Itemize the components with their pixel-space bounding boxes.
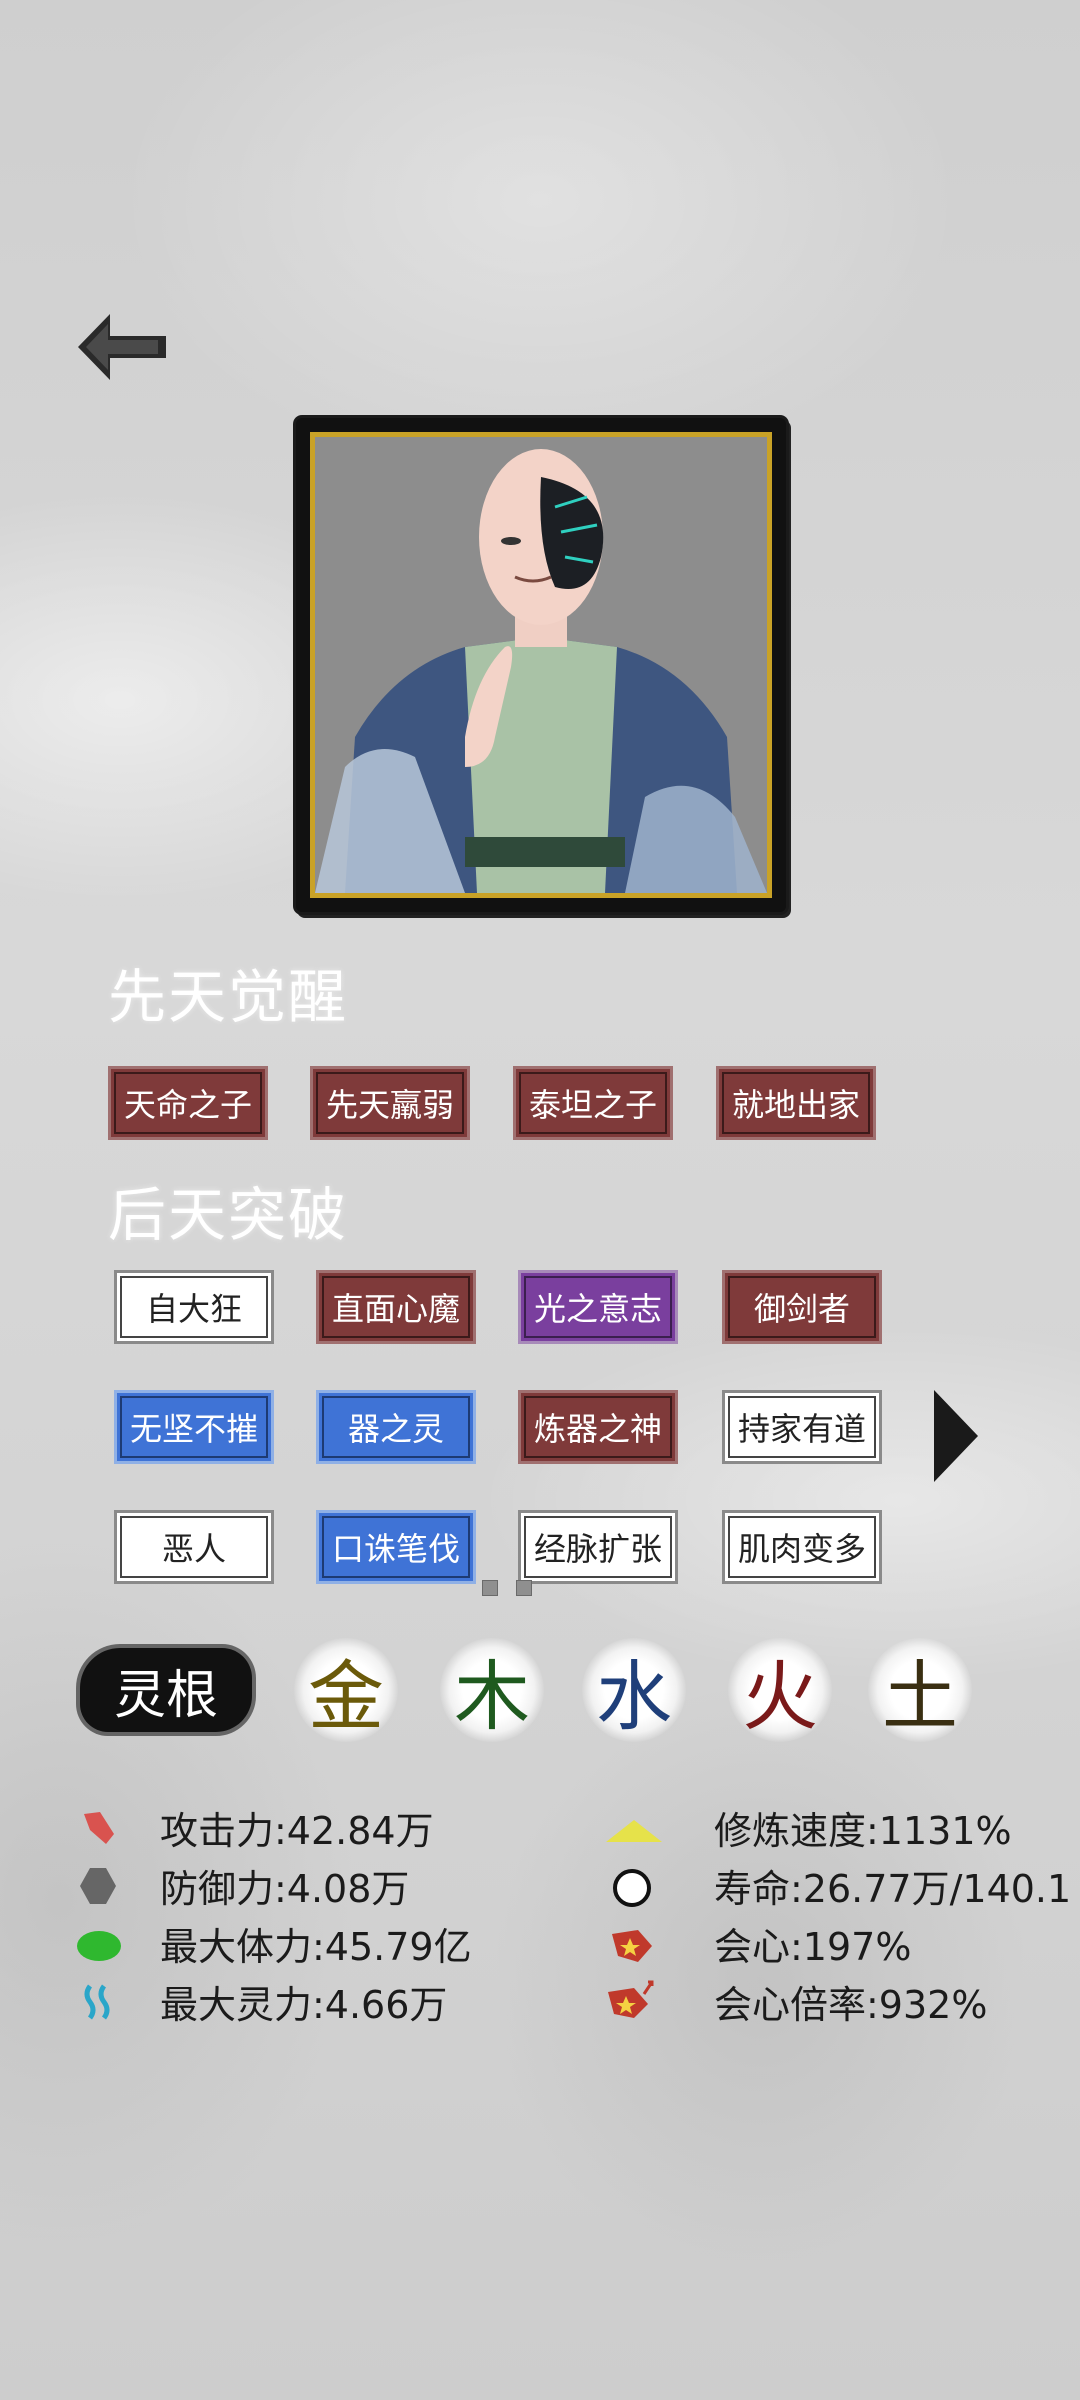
spirit-root-water-char: 水 (596, 1652, 672, 1741)
lifespan-stat: 寿命:26.77万/140.1 (714, 1867, 1072, 1911)
attack-icon (84, 1812, 114, 1844)
defense-stat: 防御力:4.08万 (160, 1867, 410, 1911)
spirit-icon (84, 1984, 110, 2020)
portrait-frame (296, 418, 786, 912)
acquired-trait-chip[interactable]: 器之灵 (316, 1390, 476, 1464)
acquired-trait-chip[interactable]: 自大狂 (114, 1270, 274, 1344)
innate-trait-chip[interactable]: 天命之子 (108, 1066, 268, 1140)
max-mp-stat: 最大灵力:4.66万 (160, 1983, 448, 2027)
acquired-trait-chip[interactable]: 无坚不摧 (114, 1390, 274, 1464)
acquired-trait-chip[interactable]: 口诛笔伐 (316, 1510, 476, 1584)
max-hp-stat: 最大体力:45.79亿 (160, 1925, 472, 1969)
acquired-breakthrough-title: 后天突破 (108, 1181, 349, 1249)
defense-icon (80, 1868, 116, 1904)
cultivation-speed-stat: 修炼速度:1131% (714, 1809, 1012, 1853)
next-page-button[interactable] (932, 1388, 980, 1484)
crit-icon (612, 1930, 652, 1962)
lifespan-icon (613, 1869, 651, 1907)
spirit-root-wood-char: 木 (454, 1652, 530, 1741)
spirit-root-earth-char: 土 (882, 1652, 958, 1741)
acquired-trait-chip[interactable]: 持家有道 (722, 1390, 882, 1464)
innate-awakening-title: 先天觉醒 (108, 963, 349, 1031)
acquired-trait-chip[interactable]: 肌肉变多 (722, 1510, 882, 1584)
health-icon (77, 1931, 121, 1961)
attack-stat: 攻击力:42.84万 (160, 1809, 434, 1853)
spirit-root-label: 灵根 (80, 1648, 252, 1732)
acquired-trait-chip[interactable]: 直面心魔 (316, 1270, 476, 1344)
page-indicator-dot (516, 1580, 532, 1596)
spirit-root-earth: 土 (868, 1638, 972, 1742)
spirit-root-fire: 火 (728, 1638, 832, 1742)
innate-trait-chip[interactable]: 泰坦之子 (513, 1066, 673, 1140)
acquired-trait-chip[interactable]: 炼器之神 (518, 1390, 678, 1464)
character-portrait (310, 432, 772, 898)
acquired-trait-chip[interactable]: 御剑者 (722, 1270, 882, 1344)
innate-trait-chip[interactable]: 就地出家 (716, 1066, 876, 1140)
page-indicator-dot (482, 1580, 498, 1596)
back-arrow-icon (78, 314, 166, 380)
cultivation-speed-icon (606, 1820, 662, 1842)
crit-multiplier-stat: 会心倍率:932% (714, 1983, 988, 2027)
acquired-trait-chip[interactable]: 恶人 (114, 1510, 274, 1584)
spirit-root-water: 水 (582, 1638, 686, 1742)
innate-trait-chip[interactable]: 先天羸弱 (310, 1066, 470, 1140)
spirit-root-fire-char: 火 (742, 1652, 818, 1741)
acquired-trait-chip[interactable]: 光之意志 (518, 1270, 678, 1344)
acquired-trait-chip[interactable]: 经脉扩张 (518, 1510, 678, 1584)
spirit-root-metal: 金 (294, 1638, 398, 1742)
next-page-arrow-icon (934, 1390, 978, 1482)
spirit-root-wood: 木 (440, 1638, 544, 1742)
spirit-root-metal-char: 金 (308, 1652, 384, 1741)
crit-multiplier-icon (608, 1980, 654, 2018)
crit-stat: 会心:197% (714, 1925, 912, 1969)
back-button[interactable] (78, 312, 170, 382)
